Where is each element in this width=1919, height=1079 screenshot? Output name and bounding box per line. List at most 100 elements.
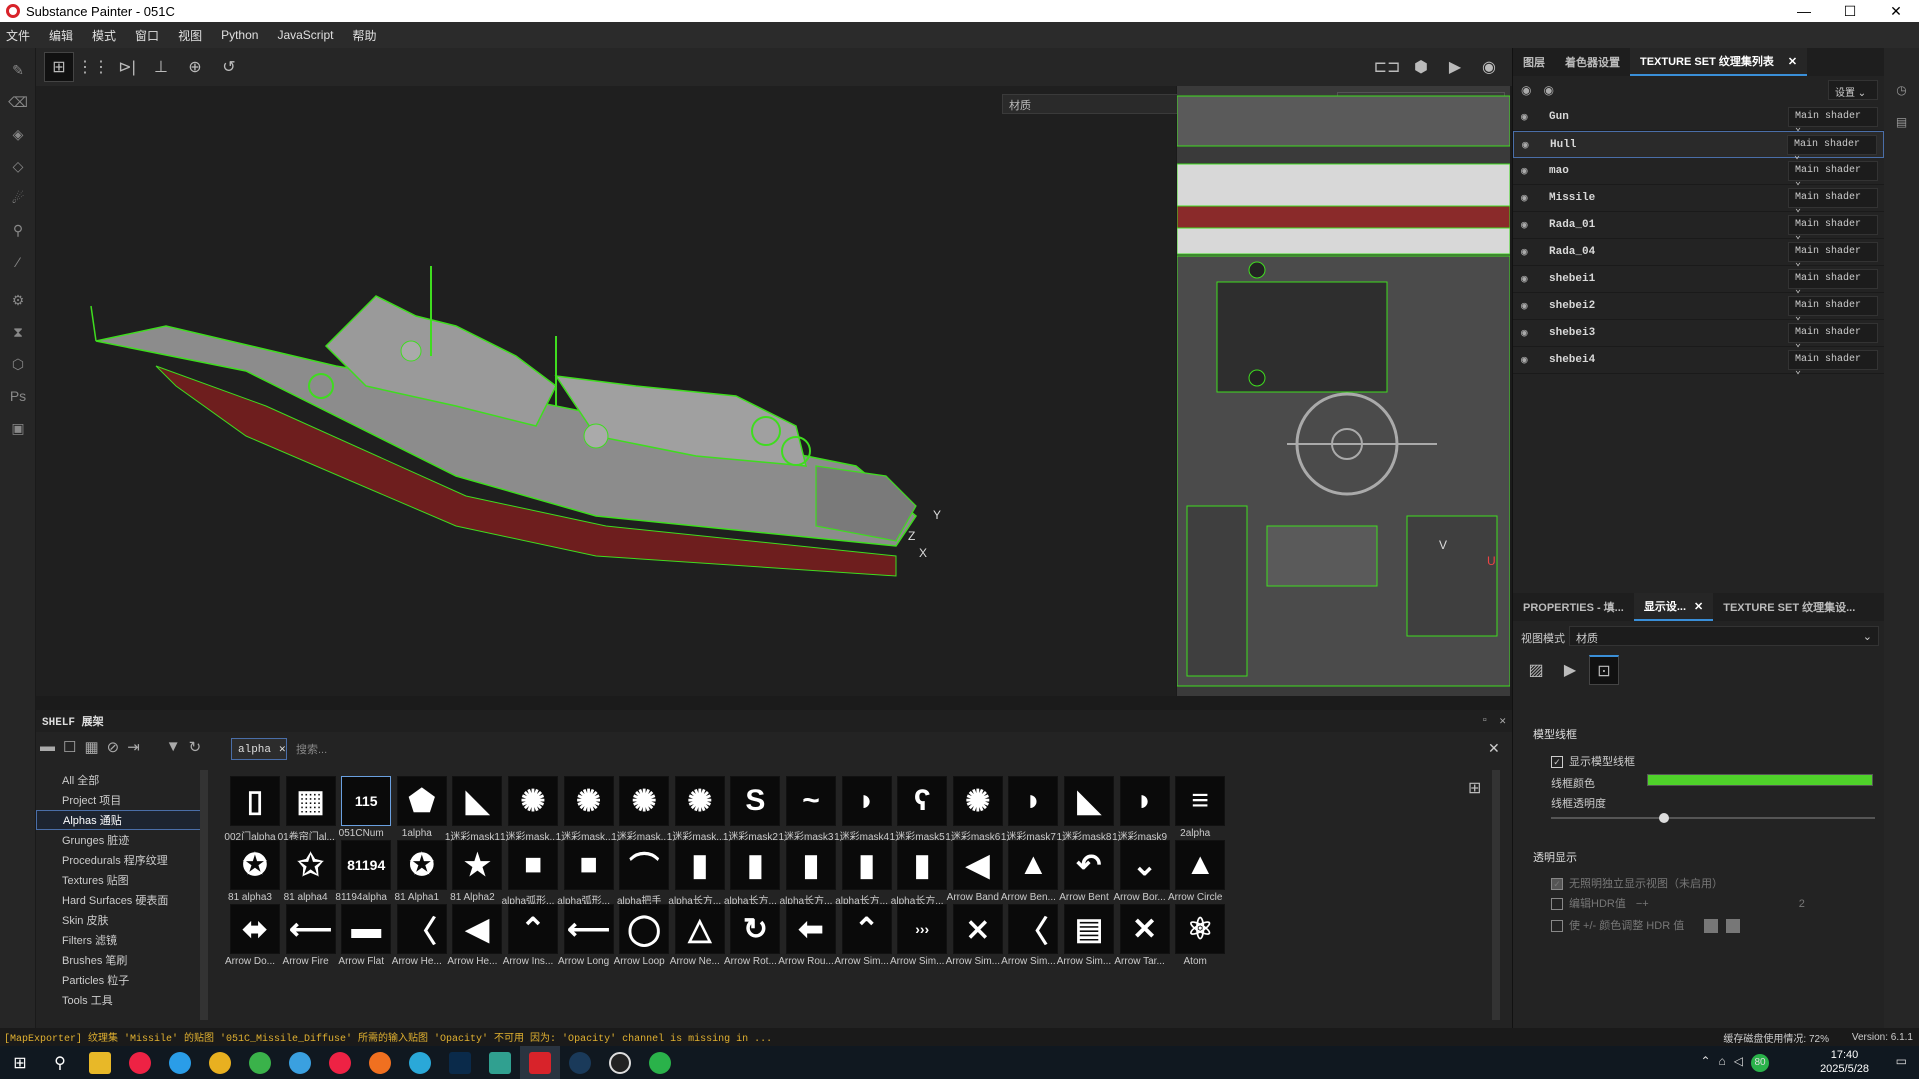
split-view-icon[interactable]: ⊏⊐ xyxy=(1372,52,1402,82)
history-panel-icon[interactable]: ◷ xyxy=(1884,74,1919,106)
model-view-icon[interactable]: ⬢ xyxy=(1406,52,1436,82)
badge-counter[interactable]: 80 xyxy=(1751,1054,1769,1072)
folder-icon[interactable]: ▬ xyxy=(40,738,55,756)
photoshop-taskbar-icon[interactable] xyxy=(440,1046,480,1079)
viewport-3d[interactable]: 材质⌄ Y Z X xyxy=(36,86,1202,696)
eye-hide-icon[interactable]: ◉ xyxy=(1521,83,1531,97)
maximize-button[interactable]: ☐ xyxy=(1827,0,1873,22)
category-item[interactable]: Grunges 脏迹 xyxy=(36,830,201,850)
menu-python[interactable]: Python xyxy=(221,28,258,42)
texture-set-row[interactable]: ◉ shebei2 Main shader ⌄ xyxy=(1513,293,1884,323)
notification-icon[interactable]: ▭ xyxy=(1896,1054,1907,1068)
screenshot-icon[interactable]: ◉ xyxy=(1474,52,1504,82)
polygon-fill-icon[interactable]: ◇ xyxy=(0,150,36,182)
symmetry-x-icon[interactable]: ⊳| xyxy=(112,52,142,82)
chrome-icon[interactable] xyxy=(200,1046,240,1079)
visibility-eye-icon[interactable]: ◉ xyxy=(1521,191,1537,205)
tab-shader-settings[interactable]: 着色器设置 xyxy=(1555,48,1630,76)
camera-icon[interactable]: ▶ xyxy=(1440,52,1470,82)
menu-help[interactable]: 帮助 xyxy=(352,27,376,44)
search-icon[interactable]: ⚲ xyxy=(40,1046,80,1079)
tray-up-icon[interactable]: ⌃ xyxy=(1700,1054,1710,1072)
app-teal-icon[interactable] xyxy=(400,1046,440,1079)
category-item[interactable]: All 全部 xyxy=(36,770,201,790)
category-item[interactable]: Procedurals 程序纹理 xyxy=(36,850,201,870)
eye-show-icon[interactable]: ◉ xyxy=(1543,83,1553,97)
menu-javascript[interactable]: JavaScript xyxy=(277,28,333,42)
assets-scrollbar[interactable] xyxy=(1492,770,1500,1020)
history-icon[interactable]: ↺ xyxy=(214,52,244,82)
category-item[interactable]: Skin 皮肤 xyxy=(36,910,201,930)
categories-scrollbar[interactable] xyxy=(200,770,208,1020)
filter-chip[interactable]: alpha ✕ xyxy=(231,738,287,760)
clear-search-icon[interactable]: ✕ xyxy=(1488,740,1500,757)
shelf-search-input[interactable]: 搜索... xyxy=(290,738,1220,760)
menu-mode[interactable]: 模式 xyxy=(92,27,116,44)
chrome2-icon[interactable] xyxy=(320,1046,360,1079)
smudge-icon[interactable]: ☄ xyxy=(0,182,36,214)
shader-select[interactable]: Main shader ⌄ xyxy=(1788,323,1878,350)
wire-opacity-slider[interactable] xyxy=(1551,813,1875,823)
category-item[interactable]: Brushes 笔刷 xyxy=(36,950,201,970)
app-blue-icon[interactable] xyxy=(280,1046,320,1079)
browser-icon[interactable] xyxy=(120,1046,160,1079)
minimize-button[interactable]: — xyxy=(1781,0,1827,22)
shader-select[interactable]: Main shader ⌄ xyxy=(1787,135,1877,162)
category-item[interactable]: Project 项目 xyxy=(36,790,201,810)
visibility-eye-icon[interactable]: ◉ xyxy=(1521,218,1537,232)
shelf-asset-item[interactable]: ⚛ Atom xyxy=(1167,904,1233,982)
eraser-icon[interactable]: ⌫ xyxy=(0,86,36,118)
transparency-option-2[interactable]: 编辑HDR值 −+ 2 xyxy=(1551,895,1805,911)
edge-icon[interactable] xyxy=(160,1046,200,1079)
category-item[interactable]: Filters 滤镜 xyxy=(36,930,201,950)
tab-texture-set-list[interactable]: TEXTURE SET 纹理集列表 ✕ xyxy=(1630,48,1808,76)
visibility-eye-icon[interactable]: ◉ xyxy=(1521,353,1537,367)
settings-gear-icon[interactable]: ⚙ xyxy=(0,284,36,316)
bake-icon[interactable]: ⧗ xyxy=(0,316,36,348)
selection-mode-icon[interactable]: ⊞ xyxy=(44,52,74,82)
visibility-eye-icon[interactable]: ◉ xyxy=(1521,272,1537,286)
file-explorer-icon[interactable] xyxy=(80,1046,120,1079)
hide-icon[interactable]: ⊘ xyxy=(107,738,120,756)
tab-texture-set-settings[interactable]: TEXTURE SET 纹理集设... xyxy=(1713,593,1865,621)
visibility-eye-icon[interactable]: ◉ xyxy=(1522,138,1538,152)
texture-set-row[interactable]: ◉ shebei3 Main shader ⌄ xyxy=(1513,320,1884,350)
symmetry-y-icon[interactable]: ⊥ xyxy=(146,52,176,82)
settings-dropdown[interactable]: 设置 ⌄ xyxy=(1828,80,1878,100)
wechat-icon[interactable] xyxy=(640,1046,680,1079)
texture-set-row[interactable]: ◉ Gun Main shader ⌄ xyxy=(1513,104,1884,134)
export-icon[interactable]: ▣ xyxy=(0,412,36,444)
texture-set-row[interactable]: ◉ Rada_01 Main shader ⌄ xyxy=(1513,212,1884,242)
new-item-icon[interactable]: ☐ xyxy=(63,738,76,756)
menu-edit[interactable]: 编辑 xyxy=(49,27,73,44)
texture-set-row[interactable]: ◉ Hull Main shader ⌄ xyxy=(1513,131,1884,162)
category-item[interactable]: Textures 贴图 xyxy=(36,870,201,890)
tab-properties[interactable]: PROPERTIES - 填... xyxy=(1513,593,1634,621)
log-panel-icon[interactable]: ▤ xyxy=(1884,106,1919,138)
tab-layers[interactable]: 图层 xyxy=(1513,48,1555,76)
paint-brush-icon[interactable]: ✎ xyxy=(0,54,36,86)
import-icon[interactable]: ⇥ xyxy=(127,738,140,756)
steam-icon[interactable] xyxy=(560,1046,600,1079)
visibility-eye-icon[interactable]: ◉ xyxy=(1521,110,1537,124)
qq-icon[interactable] xyxy=(600,1046,640,1079)
clone-stamp-icon[interactable]: ⚲ xyxy=(0,214,36,246)
category-item[interactable]: Particles 粒子 xyxy=(36,970,201,990)
visibility-eye-icon[interactable]: ◉ xyxy=(1521,164,1537,178)
float-panel-icon[interactable]: ▫ xyxy=(1481,715,1488,727)
transparency-option-3[interactable]: 使 +/- 颜色调整 HDR 值 xyxy=(1551,917,1741,934)
start-button[interactable]: ⊞ xyxy=(0,1046,40,1079)
texture-set-row[interactable]: ◉ shebei1 Main shader ⌄ xyxy=(1513,266,1884,296)
texture-set-row[interactable]: ◉ mao Main shader ⌄ xyxy=(1513,158,1884,188)
grid-mode-icon[interactable]: ⋮⋮ xyxy=(77,52,109,82)
transparency-option-1[interactable]: ✓ 无照明独立显示视图（未启用） xyxy=(1551,875,1723,891)
reset-icon[interactable]: ↻ xyxy=(189,738,202,756)
color-picker-icon[interactable]: ⁄ xyxy=(0,246,36,278)
app-s-icon[interactable] xyxy=(480,1046,520,1079)
texture-set-row[interactable]: ◉ Rada_04 Main shader ⌄ xyxy=(1513,239,1884,269)
add-icon[interactable]: ⊕ xyxy=(180,52,210,82)
plugin-icon[interactable]: ⬡ xyxy=(0,348,36,380)
close-button[interactable]: ✕ xyxy=(1873,0,1919,22)
shader-select[interactable]: Main shader ⌄ xyxy=(1788,242,1878,269)
network-icon[interactable]: ⌂ xyxy=(1719,1054,1726,1072)
